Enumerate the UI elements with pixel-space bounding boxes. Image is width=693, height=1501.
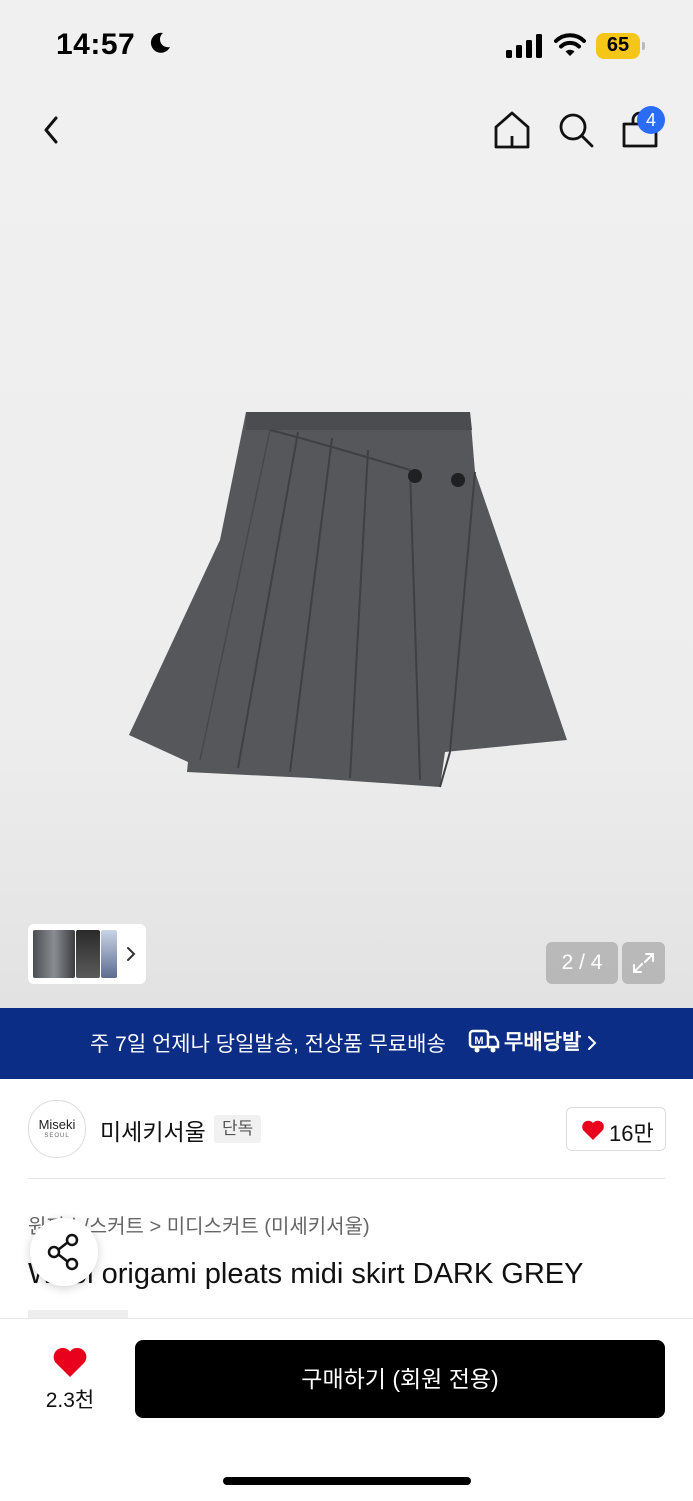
promo-text: 주 7일 언제나 당일발송, 전상품 무료배송 — [90, 1033, 446, 1056]
thumbnail-3[interactable] — [101, 930, 117, 978]
cellular-signal-icon — [506, 34, 542, 58]
status-time: 14:57 — [56, 28, 136, 61]
battery-level: 65 — [606, 34, 630, 56]
delivery-promo-banner[interactable]: 주 7일 언제나 당일발송, 전상품 무료배송 M 무배당발 — [0, 1008, 693, 1079]
thumbnail-2[interactable] — [76, 930, 100, 978]
share-button[interactable] — [30, 1218, 98, 1286]
heart-icon[interactable] — [52, 1346, 88, 1378]
buy-button[interactable]: 구매하기 (회원 전용) — [135, 1340, 665, 1418]
home-indicator — [223, 1477, 471, 1485]
divider — [28, 1178, 665, 1179]
promo-logo-text: 무배당발 — [504, 1031, 582, 1054]
brand-like-button[interactable]: 16만 — [566, 1107, 666, 1151]
thumbnail-strip[interactable] — [28, 924, 146, 984]
product-image[interactable] — [120, 400, 575, 795]
heart-icon — [582, 1120, 604, 1140]
moon-icon — [150, 32, 170, 53]
brand-name[interactable]: 미세키서울 — [100, 1113, 206, 1147]
wishlist-count: 2.3천 — [45, 1389, 95, 1412]
home-icon[interactable] — [488, 106, 536, 154]
cart-count-badge: 4 — [637, 106, 665, 134]
wifi-icon — [554, 33, 586, 56]
brand-like-count: 16만 — [609, 1121, 654, 1146]
product-title: Wool origami pleats midi skirt DARK GREY — [28, 1258, 584, 1290]
share-icon — [47, 1233, 79, 1271]
svg-text:M: M — [474, 1035, 483, 1047]
battery-indicator: 65 — [596, 33, 646, 59]
free-delivery-logo: M 무배당발 — [468, 1025, 581, 1057]
search-icon[interactable] — [552, 106, 600, 154]
expand-icon[interactable] — [622, 942, 665, 984]
brand-logo-subtext: SEOUL — [44, 1133, 70, 1139]
image-counter: 2 / 4 — [546, 942, 618, 984]
exclusive-badge: 단독 — [214, 1115, 262, 1143]
brand-logo-text: Miseki — [38, 1117, 76, 1132]
back-icon[interactable] — [30, 106, 78, 154]
chevron-right-icon[interactable] — [124, 942, 138, 966]
thumbnail-1[interactable] — [33, 930, 75, 978]
brand-logo[interactable]: Miseki SEOUL — [28, 1100, 86, 1158]
truck-icon: M — [468, 1029, 500, 1053]
chevron-right-icon — [588, 1036, 597, 1050]
